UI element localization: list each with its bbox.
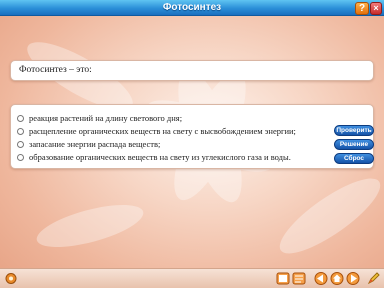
answer-label: образование органических веществ на свет…: [29, 152, 291, 162]
help-button[interactable]: ?: [355, 2, 369, 15]
radio-button[interactable]: [17, 153, 24, 161]
reset-button[interactable]: Сброс: [334, 153, 374, 164]
help-icon: ?: [358, 3, 366, 14]
answer-option[interactable]: реакция растений на длину светового дня;: [17, 112, 317, 124]
pen-icon[interactable]: [367, 272, 381, 285]
close-button[interactable]: ×: [370, 2, 382, 15]
title-bar: Фотосинтез ? ×: [0, 0, 384, 16]
answer-label: реакция растений на длину светового дня;: [29, 113, 183, 123]
question-panel: Фотосинтез – это:: [10, 60, 374, 81]
answer-label: расщепление органических веществ на свет…: [29, 126, 296, 136]
solution-button[interactable]: Решение: [334, 139, 374, 150]
window-title: Фотосинтез: [162, 2, 222, 13]
answer-option[interactable]: образование органических веществ на свет…: [17, 151, 317, 163]
back-icon[interactable]: [314, 272, 328, 285]
pages-icon[interactable]: [276, 272, 290, 285]
radio-button[interactable]: [17, 140, 24, 148]
answer-option[interactable]: расщепление органических веществ на свет…: [17, 125, 317, 137]
settings-icon[interactable]: [4, 272, 18, 285]
home-icon[interactable]: [330, 272, 344, 285]
radio-button[interactable]: [17, 114, 24, 122]
check-button[interactable]: Проверить: [334, 125, 374, 136]
close-icon: ×: [373, 3, 379, 13]
question-text: Фотосинтез – это:: [19, 65, 92, 75]
radio-button[interactable]: [17, 127, 24, 135]
answer-label: запасание энергии распада веществ;: [29, 139, 161, 149]
forward-icon[interactable]: [346, 272, 360, 285]
answers-panel: реакция растений на длину светового дня;…: [10, 104, 374, 169]
answer-option[interactable]: запасание энергии распада веществ;: [17, 138, 317, 150]
notebook-icon[interactable]: [292, 272, 306, 285]
